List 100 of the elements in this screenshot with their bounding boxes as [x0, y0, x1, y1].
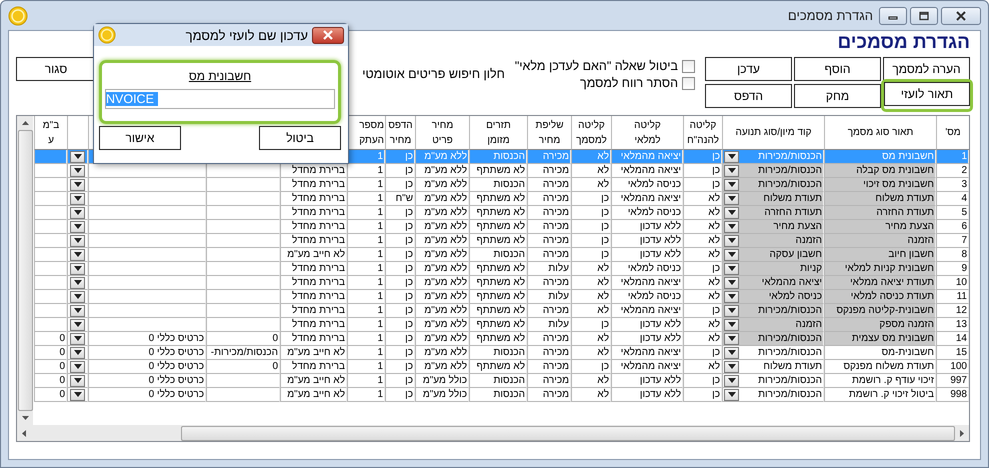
dropdown-button[interactable] — [70, 346, 85, 358]
combo-cell[interactable]: הכנסות/מכירות — [722, 346, 824, 360]
column-header[interactable]: הדפס מחיר — [385, 116, 415, 150]
dropdown-button[interactable] — [70, 206, 85, 218]
combo-cell[interactable]: חשבון עסקה — [722, 248, 824, 262]
dropdown-button[interactable] — [70, 388, 85, 400]
column-header[interactable]: ב"מ ע — [34, 116, 67, 150]
dropdown-button[interactable] — [724, 388, 739, 400]
left-arrow-icon[interactable] — [22, 430, 26, 436]
dropdown-button[interactable] — [724, 234, 739, 246]
combo-cell[interactable]: תעודת משלוח — [722, 360, 824, 374]
column-header[interactable]: קליטה למסמך — [571, 116, 611, 150]
dropdown-button[interactable] — [70, 304, 85, 316]
minimize-button[interactable] — [879, 6, 907, 24]
table-cell: לא — [571, 304, 611, 318]
table-cell: כרטיס כללי 0 — [88, 332, 206, 346]
table-cell: ללא מע"מ — [415, 206, 469, 220]
dropdown-button[interactable] — [724, 206, 739, 218]
column-header[interactable]: שליפת מחיר — [527, 116, 571, 150]
action-button[interactable]: תאור לועזי — [884, 82, 970, 106]
dropdown-button[interactable] — [70, 360, 85, 372]
action-button[interactable]: הדפס — [705, 84, 792, 108]
dropdown-button[interactable] — [70, 164, 85, 176]
action-button[interactable]: עדכן — [705, 57, 792, 81]
dropdown-button[interactable] — [724, 178, 739, 190]
checkbox[interactable] — [682, 60, 695, 72]
combo-cell[interactable]: הזמנה — [722, 234, 824, 248]
combo-cell[interactable]: הצעת מחיר — [722, 220, 824, 234]
column-header[interactable]: תזרים מזומן — [469, 116, 527, 150]
caret-icon — [728, 280, 736, 285]
action-button[interactable]: הוסף — [794, 57, 881, 81]
dropdown-button[interactable] — [724, 150, 739, 162]
combo-cell[interactable]: תעודת משלוח — [722, 192, 824, 206]
combo-cell[interactable]: תעודת החזרה — [722, 206, 824, 220]
dialog-button[interactable]: ביטול — [259, 126, 341, 150]
dropdown-button[interactable] — [724, 360, 739, 372]
dropdown-button[interactable] — [70, 178, 85, 190]
table-cell: לא משתתף — [469, 332, 527, 346]
dialog-button[interactable]: אישור — [99, 126, 181, 150]
horizontal-scrollbar[interactable] — [16, 425, 970, 442]
dropdown-button[interactable] — [724, 220, 739, 232]
table-cell: כרטיס כללי 0 — [88, 360, 206, 374]
dropdown-button[interactable] — [70, 220, 85, 232]
right-arrow-icon[interactable] — [960, 430, 964, 436]
combo-cell[interactable]: כניסה למלאי — [722, 290, 824, 304]
dropdown-button[interactable] — [70, 234, 85, 246]
dropdown-button[interactable] — [724, 374, 739, 386]
dropdown-button[interactable] — [724, 262, 739, 274]
down-arrow-icon[interactable] — [22, 416, 28, 420]
table-cell: כן — [385, 290, 415, 304]
checkbox[interactable] — [682, 76, 695, 90]
combo-cell[interactable]: הכנסות/מכירות — [722, 164, 824, 178]
combo-cell[interactable]: הזמנה — [722, 318, 824, 332]
dropdown-button[interactable] — [724, 304, 739, 316]
combo-cell[interactable]: קניות — [722, 262, 824, 276]
close-button[interactable]: סגור — [16, 57, 96, 81]
dropdown-button[interactable] — [70, 262, 85, 274]
caret-icon — [74, 378, 82, 383]
close-button[interactable] — [312, 26, 344, 44]
up-arrow-icon[interactable] — [22, 121, 28, 125]
cell-text: הצעת מחיר — [773, 220, 822, 233]
column-header[interactable]: מחיר פריט — [415, 116, 469, 150]
combo-cell[interactable]: הכנסות/מכירות — [722, 374, 824, 388]
dropdown-button[interactable] — [724, 318, 739, 330]
combo-cell[interactable]: יציאה מהמלאי — [722, 276, 824, 290]
combo-cell[interactable]: הכנסות/מכירות — [722, 304, 824, 318]
column-header[interactable]: קליטה להנה"ח — [683, 116, 722, 150]
dropdown-button[interactable] — [70, 318, 85, 330]
dropdown-button[interactable] — [724, 332, 739, 344]
dropdown-button[interactable] — [70, 248, 85, 260]
column-header[interactable]: קליטה למלאי — [611, 116, 683, 150]
close-button[interactable] — [941, 6, 981, 24]
column-header[interactable]: קוד מיון/סוג תנועה — [722, 116, 824, 150]
dropdown-button[interactable] — [724, 164, 739, 176]
column-header[interactable]: תאור סוג מסמך — [824, 116, 936, 150]
table-cell: חשבונית מס קבלה — [824, 164, 936, 178]
action-button[interactable]: מחק — [794, 84, 881, 108]
dropdown-button[interactable] — [70, 150, 85, 162]
dropdown-button[interactable] — [724, 290, 739, 302]
dropdown-button[interactable] — [70, 374, 85, 386]
action-button[interactable]: הערה למסמך — [883, 57, 970, 81]
dropdown-button[interactable] — [724, 248, 739, 260]
combo-cell[interactable]: הכנסות/מכירות — [722, 332, 824, 346]
dropdown-button[interactable] — [724, 346, 739, 358]
caret-icon — [728, 196, 736, 201]
dropdown-button[interactable] — [724, 192, 739, 204]
dropdown-button[interactable] — [724, 276, 739, 288]
table-cell: כן — [385, 374, 415, 388]
column-header[interactable]: מס' — [936, 116, 969, 150]
dropdown-button[interactable] — [70, 276, 85, 288]
table-cell: יציאה מהמלאי — [611, 150, 683, 164]
combo-cell[interactable]: הכנסות/מכירות — [722, 178, 824, 192]
caret-icon — [728, 252, 736, 257]
dropdown-button[interactable] — [70, 332, 85, 344]
maximize-button[interactable] — [910, 6, 938, 24]
dropdown-button[interactable] — [70, 290, 85, 302]
dropdown-button[interactable] — [70, 192, 85, 204]
table-cell: כרטיס כללי 0 — [88, 346, 206, 360]
combo-cell[interactable]: הכנסות/מכירות — [722, 388, 824, 402]
vertical-scrollbar[interactable] — [17, 116, 33, 425]
